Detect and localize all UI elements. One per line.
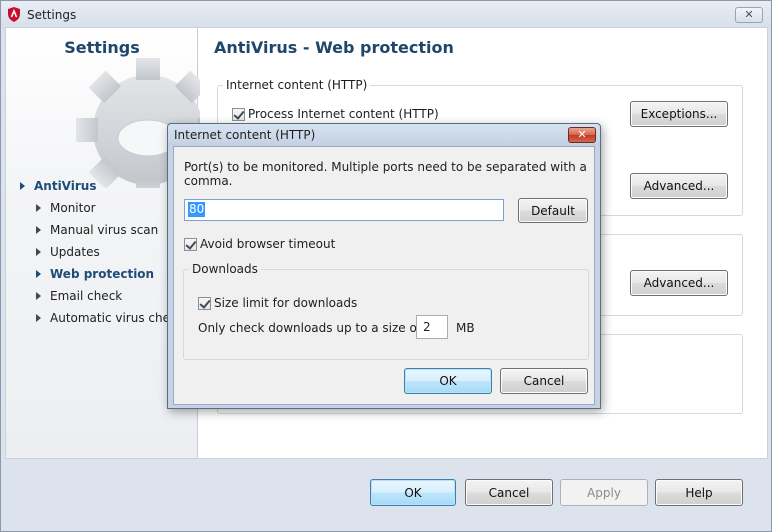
chevron-right-icon (36, 204, 41, 212)
close-icon[interactable]: ✕ (568, 127, 596, 143)
expand-arrow-icon (20, 182, 25, 190)
help-button[interactable]: Help (655, 479, 743, 506)
process-internet-content-label: Process Internet content (HTTP) (248, 107, 439, 121)
sidebar-item-label: Updates (50, 245, 100, 259)
default-button[interactable]: Default (518, 198, 588, 223)
chevron-right-icon (36, 314, 41, 322)
size-unit-label: MB (456, 321, 475, 335)
cancel-button[interactable]: Cancel (465, 479, 553, 506)
sidebar-item-automatic-virus-check[interactable]: Automatic virus check (36, 311, 184, 325)
sidebar-item-label: Automatic virus check (50, 311, 184, 325)
size-limit-label: Size limit for downloads (214, 296, 358, 310)
downloads-group: Downloads (183, 262, 589, 360)
exceptions-button[interactable]: Exceptions... (630, 101, 728, 127)
size-limit-checkbox[interactable] (198, 297, 211, 310)
ports-input[interactable]: 80 (184, 199, 504, 221)
ok-button[interactable]: OK (370, 479, 456, 506)
sidebar-item-label: Manual virus scan (50, 223, 159, 237)
sidebar-item-web-protection[interactable]: Web protection (36, 267, 154, 281)
sidebar-item-label: Email check (50, 289, 123, 303)
sidebar-item-monitor[interactable]: Monitor (36, 201, 96, 215)
avoid-browser-timeout-checkbox[interactable] (184, 238, 197, 251)
close-icon[interactable]: ✕ (735, 7, 763, 23)
sidebar-item-label: Monitor (50, 201, 96, 215)
sidebar-item-label: Web protection (50, 267, 155, 281)
page-title: AntiVirus - Web protection (214, 38, 454, 57)
process-internet-content-checkbox[interactable] (232, 108, 245, 121)
sidebar-item-updates[interactable]: Updates (36, 245, 100, 259)
title-bar[interactable]: Settings ✕ (1, 1, 771, 29)
sidebar-item-antivirus[interactable]: AntiVirus (20, 179, 96, 193)
dialog-body: Port(s) to be monitored. Multiple ports … (173, 146, 595, 405)
chevron-right-icon (36, 226, 41, 234)
shield-icon (8, 7, 20, 22)
sidebar-title: Settings (64, 38, 140, 57)
dialog-title: Internet content (HTTP) (174, 128, 316, 142)
sidebar-item-manual-virus-scan[interactable]: Manual virus scan (36, 223, 158, 237)
window-title: Settings (27, 8, 77, 22)
sidebar-item-label: AntiVirus (34, 179, 97, 193)
downloads-legend: Downloads (192, 262, 258, 276)
chevron-right-icon (36, 270, 41, 278)
advanced-button-2[interactable]: Advanced... (630, 270, 728, 296)
apply-button[interactable]: Apply (560, 479, 648, 506)
group-legend: Internet content (HTTP) (226, 78, 368, 92)
advanced-button[interactable]: Advanced... (630, 173, 728, 199)
dialog-ok-button[interactable]: OK (404, 368, 492, 394)
ports-instruction: Port(s) to be monitored. Multiple ports … (184, 160, 587, 188)
dialog-title-bar[interactable]: Internet content (HTTP) ✕ (168, 124, 600, 146)
only-check-label: Only check downloads up to a size of (198, 321, 422, 335)
internet-content-dialog: Internet content (HTTP) ✕ Port(s) to be … (167, 123, 601, 409)
chevron-right-icon (36, 292, 41, 300)
size-input[interactable]: 2 (416, 315, 448, 339)
ports-input-value: 80 (188, 202, 206, 217)
chevron-right-icon (36, 248, 41, 256)
footer-bar: OK Cancel Apply Help (5, 459, 768, 529)
avoid-browser-timeout-label: Avoid browser timeout (200, 237, 336, 251)
dialog-cancel-button[interactable]: Cancel (500, 368, 588, 394)
sidebar-item-email-check[interactable]: Email check (36, 289, 122, 303)
